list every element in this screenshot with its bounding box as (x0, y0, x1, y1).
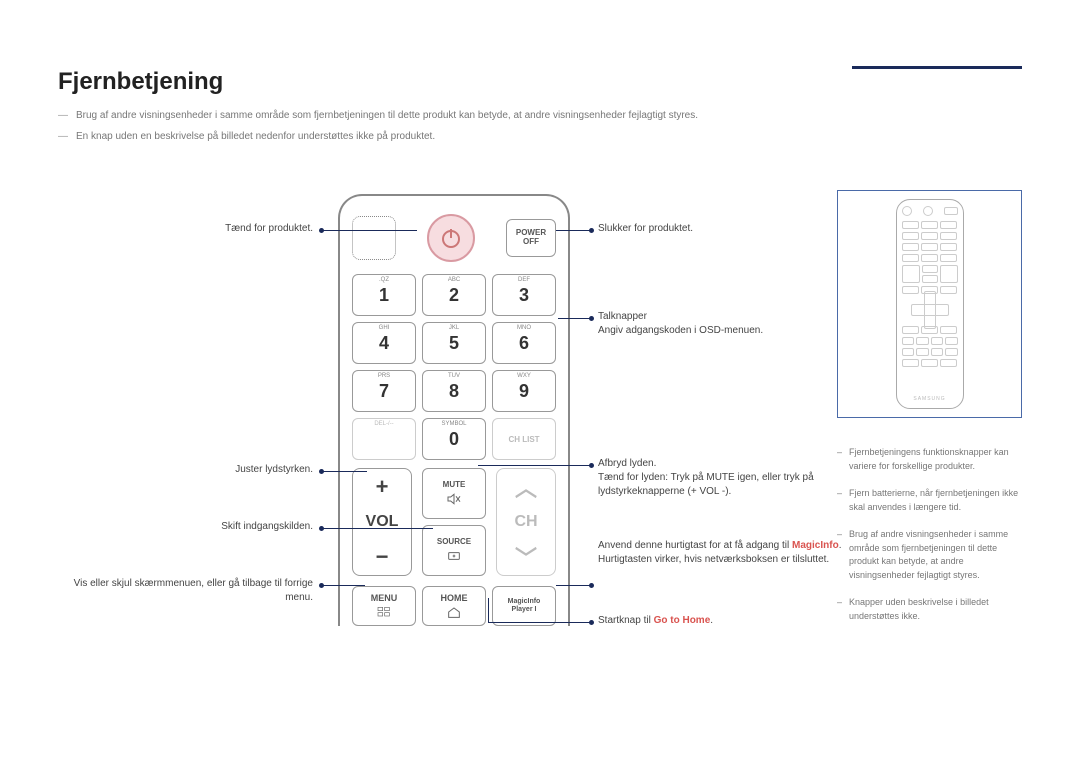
vol-label: VOL (353, 504, 411, 539)
header-rule (852, 66, 1022, 69)
key-6: MNO6 (492, 322, 556, 364)
key-chlist: CH LIST (492, 418, 556, 460)
magicinfo-label-bot: Player I (512, 606, 537, 614)
callout-volume: Juster lydstyrken. (58, 463, 313, 477)
power-icon (439, 226, 463, 250)
key-5: JKL5 (422, 322, 486, 364)
callout-magicinfo-2: Hurtigtasten virker, hvis netværksboksen… (598, 553, 858, 567)
side-note: Fjernbetjeningens funktionsknapper kan v… (837, 446, 1022, 473)
side-note: Fjern batterierne, når fjernbetjeningen … (837, 487, 1022, 514)
home-label: HOME (441, 593, 468, 603)
magicinfo-button: MagicInfo Player I (492, 586, 556, 626)
key-8: TUV8 (422, 370, 486, 412)
side-note: Brug af andre visningsenheder i samme om… (837, 528, 1022, 582)
page-title: Fjernbetjening (58, 68, 1022, 96)
key-1: .QZ1 (352, 274, 416, 316)
key-2: ABC2 (422, 274, 486, 316)
vol-up: + (353, 469, 411, 504)
home-icon (446, 605, 462, 619)
source-button: SOURCE (422, 525, 486, 576)
ch-down: ﹀ (497, 540, 555, 575)
mini-remote: SAMSUNG (896, 199, 964, 409)
source-label: SOURCE (437, 537, 471, 546)
header-notes: Brug af andre visningsenheder i samme om… (58, 108, 1022, 144)
callout-power-on: Tænd for produktet. (58, 222, 313, 236)
header-note: En knap uden en beskrivelse på billedet … (58, 129, 1022, 144)
key-9: WXY9 (492, 370, 556, 412)
callout-home: Startknap til Go to Home. (598, 614, 858, 628)
callout-mute-1: Afbryd lyden. (598, 457, 858, 471)
source-icon (446, 548, 462, 564)
header-note: Brug af andre visningsenheder i samme om… (58, 108, 1022, 123)
mute-label: MUTE (443, 480, 466, 489)
vol-down: − (353, 540, 411, 575)
callout-mute: Afbryd lyden. Tænd for lyden: Tryk på MU… (598, 457, 858, 499)
callout-numbers-1: Talknapper (598, 310, 858, 324)
mini-remote-frame: SAMSUNG (837, 190, 1022, 418)
key-0: SYMBOL0 (422, 418, 486, 460)
ch-up: ︿ (497, 469, 555, 504)
side-panel: SAMSUNG Fjernbetjeningens funktionsknapp… (837, 190, 1022, 637)
key-3: DEF3 (492, 274, 556, 316)
mini-brand-label: SAMSUNG (902, 396, 958, 402)
callout-magicinfo: Anvend denne hurtigtast for at få adgang… (598, 539, 858, 567)
ch-label: CH (497, 504, 555, 539)
key-del: DEL-/-- (352, 418, 416, 460)
key-4: GHI4 (352, 322, 416, 364)
volume-rocker: + VOL − (352, 468, 412, 576)
callout-numbers-2: Angiv adgangskoden i OSD-menuen. (598, 324, 858, 338)
power-on-button (427, 214, 475, 262)
side-note: Knapper uden beskrivelse i billedet unde… (837, 596, 1022, 623)
numeric-keypad: .QZ1 ABC2 DEF3 GHI4 JKL5 MNO6 PRS7 TUV8 … (352, 274, 556, 460)
callout-menu: Vis eller skjul skærmmenuen, eller gå ti… (58, 577, 313, 605)
remote-diagram: POWER OFF .QZ1 ABC2 DEF3 GHI4 JKL5 MNO6 … (338, 194, 570, 626)
channel-rocker: ︿ CH ﹀ (496, 468, 556, 576)
magicinfo-label-top: MagicInfo (508, 598, 541, 606)
mute-button: MUTE (422, 468, 486, 519)
power-off-label-bot: OFF (523, 238, 539, 247)
callout-mute-2: Tænd for lyden: Tryk på MUTE igen, eller… (598, 471, 858, 499)
menu-label: MENU (371, 593, 398, 603)
callout-power-off: Slukker for produktet. (598, 222, 838, 236)
side-notes: Fjernbetjeningens funktionsknapper kan v… (837, 446, 1022, 623)
menu-icon (376, 605, 392, 619)
menu-button: MENU (352, 586, 416, 626)
mute-icon (446, 491, 462, 507)
power-off-button: POWER OFF (506, 219, 556, 257)
home-button: HOME (422, 586, 486, 626)
key-7: PRS7 (352, 370, 416, 412)
unknown-button-placeholder (352, 216, 396, 260)
callout-source: Skift indgangskilden. (58, 520, 313, 534)
callout-numbers: Talknapper Angiv adgangskoden i OSD-menu… (598, 310, 858, 338)
